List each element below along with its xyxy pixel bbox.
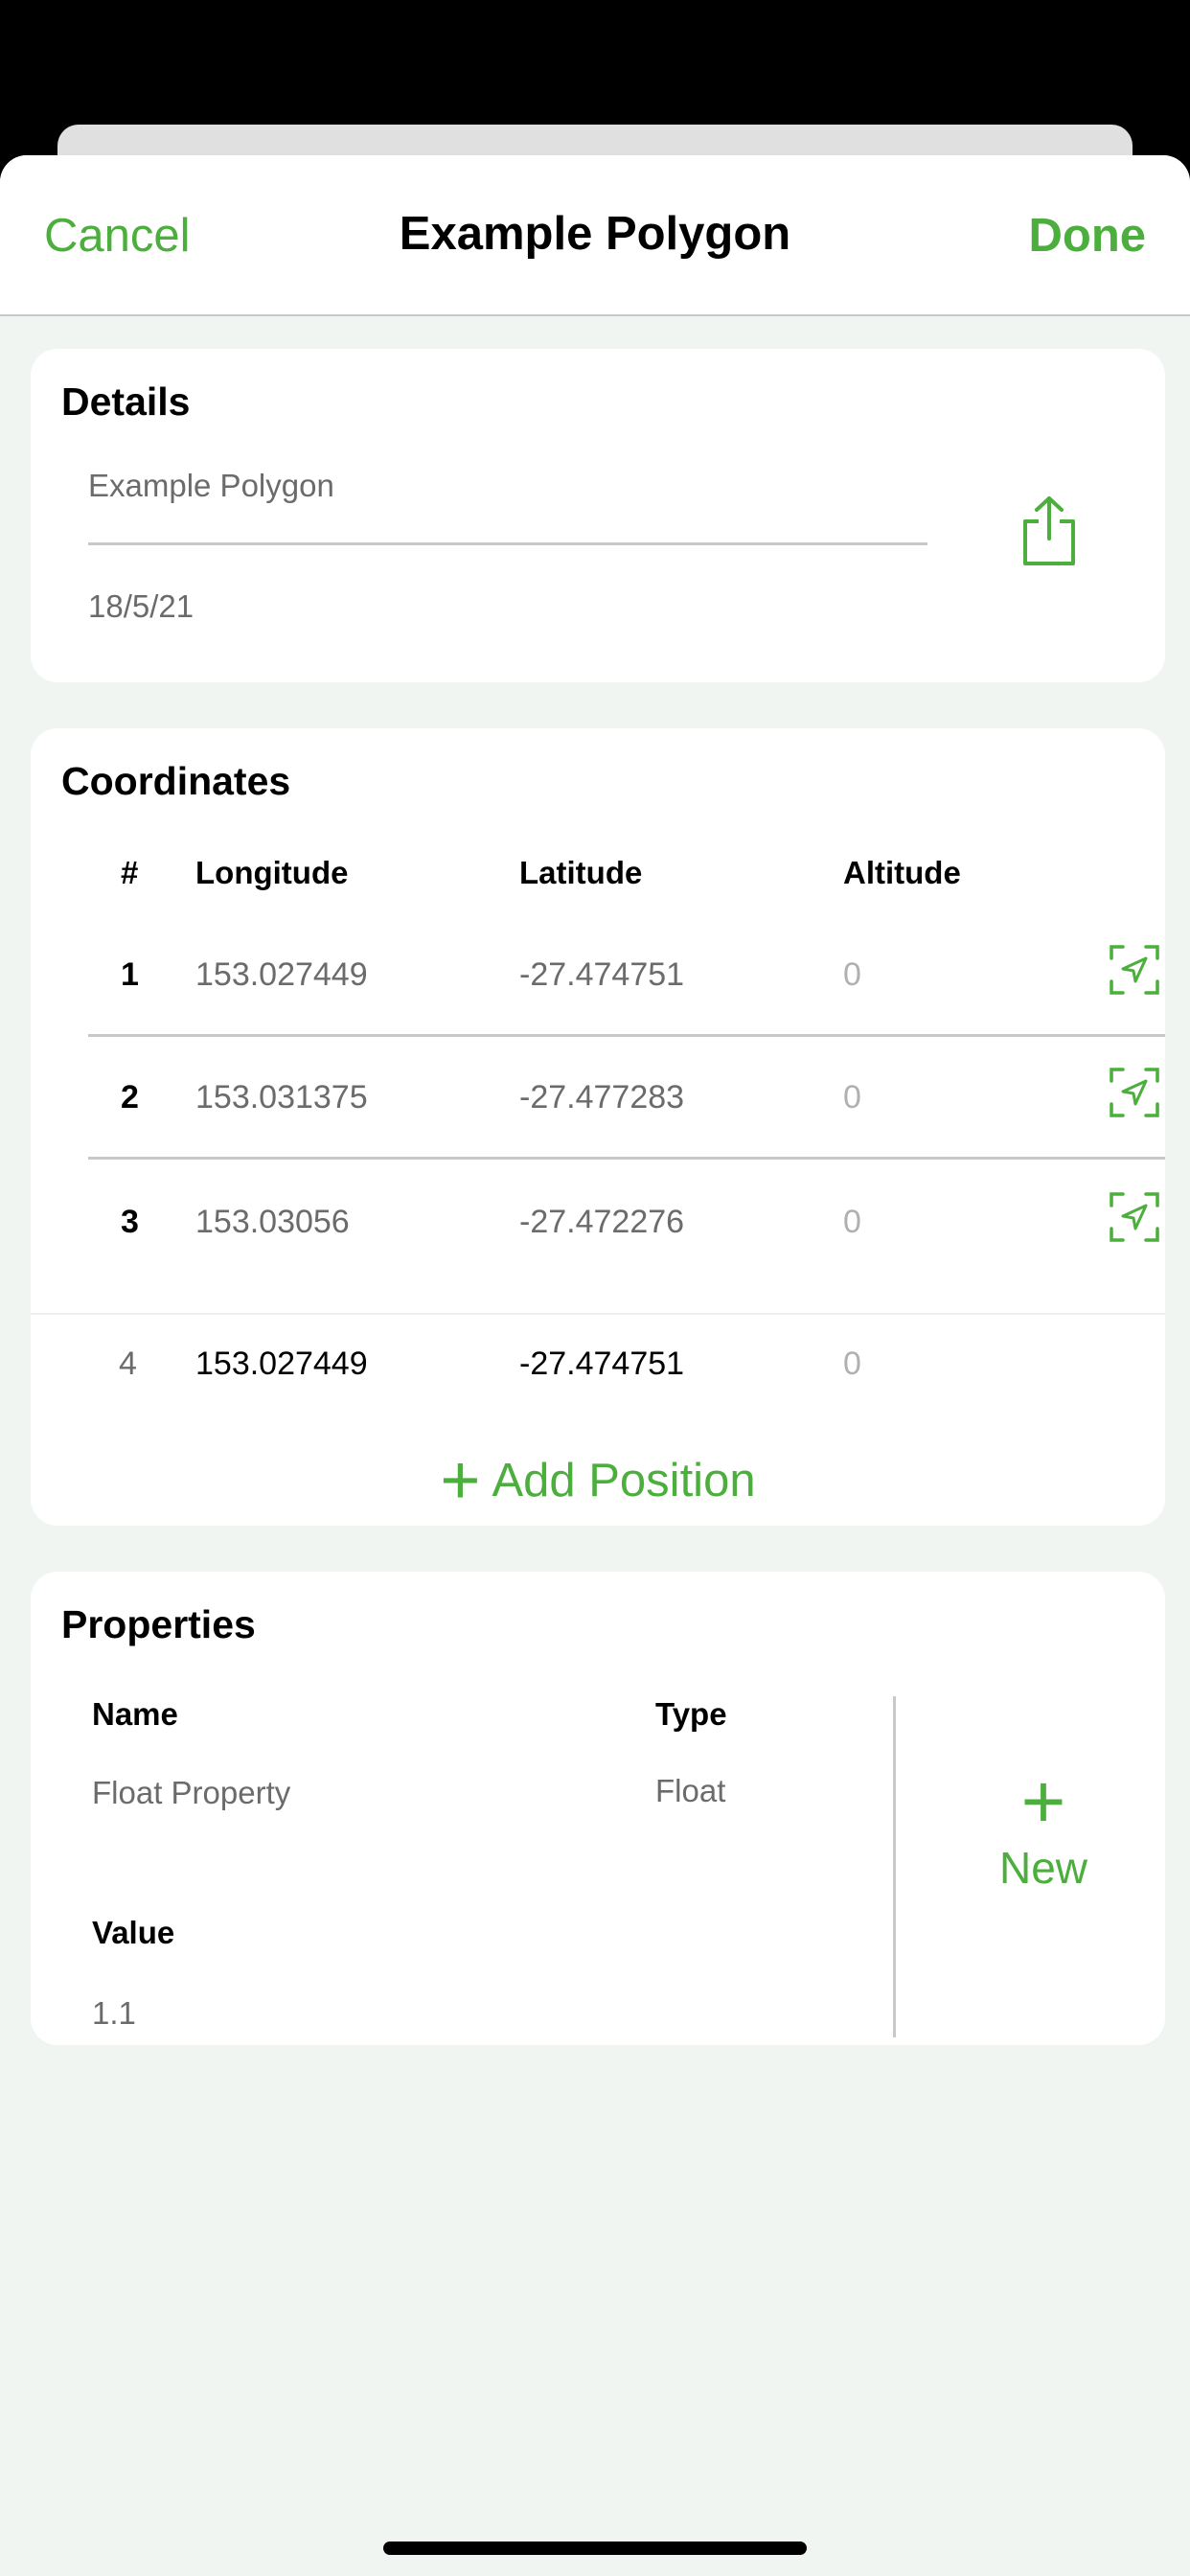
details-title: Details xyxy=(61,380,191,424)
row-number: 1 xyxy=(121,956,139,993)
coordinate-row[interactable]: 1 153.027449 -27.474751 0 xyxy=(88,914,1165,1037)
property-type-label: Type xyxy=(655,1696,727,1732)
latitude-value[interactable]: -27.474751 xyxy=(519,956,684,994)
plus-icon: + xyxy=(440,1442,481,1519)
share-icon[interactable] xyxy=(1018,494,1081,567)
coordinate-row[interactable]: 3 153.03056 -27.472276 0 xyxy=(88,1162,1165,1284)
altitude-value[interactable]: 0 xyxy=(843,1079,861,1116)
page-title: Example Polygon xyxy=(399,208,791,260)
locate-icon[interactable] xyxy=(1108,1190,1161,1244)
column-header-number: # xyxy=(121,855,139,890)
details-card: Details Example Polygon 18/5/21 xyxy=(31,349,1165,682)
column-header-altitude: Altitude xyxy=(843,855,961,890)
row-number: 2 xyxy=(121,1079,139,1116)
longitude-value[interactable]: 153.031375 xyxy=(195,1079,368,1116)
altitude-value: 0 xyxy=(843,1346,861,1382)
plus-icon: + xyxy=(1020,1759,1066,1844)
longitude-value[interactable]: 153.03056 xyxy=(195,1204,350,1241)
latitude-value[interactable]: -27.472276 xyxy=(519,1204,684,1241)
home-indicator[interactable] xyxy=(383,2542,807,2555)
latitude-value: -27.474751 xyxy=(519,1346,685,1382)
navigation-bar: Cancel Example Polygon Done xyxy=(0,155,1190,316)
coordinate-row[interactable]: 2 153.031375 -27.477283 0 xyxy=(88,1037,1165,1160)
name-field-underline xyxy=(88,542,927,545)
locate-icon[interactable] xyxy=(1108,943,1161,997)
property-name-label: Name xyxy=(92,1696,178,1732)
altitude-value[interactable]: 0 xyxy=(843,1204,861,1241)
new-property-button[interactable]: + New xyxy=(922,1763,1165,1894)
row-number: 4 xyxy=(119,1346,137,1382)
new-property-label: New xyxy=(998,1843,1088,1893)
properties-card: Properties Name Type Float Property Floa… xyxy=(31,1572,1165,2045)
row-number: 3 xyxy=(121,1204,139,1240)
property-name-value[interactable]: Float Property xyxy=(92,1775,290,1811)
longitude-value: 153.027449 xyxy=(195,1346,368,1382)
edit-sheet: Cancel Example Polygon Done Details Exam… xyxy=(0,155,1190,2576)
feature-date: 18/5/21 xyxy=(88,588,195,624)
properties-title: Properties xyxy=(61,1602,256,1646)
latitude-value[interactable]: -27.477283 xyxy=(519,1079,684,1116)
locate-icon[interactable] xyxy=(1108,1066,1161,1119)
coordinates-title: Coordinates xyxy=(61,759,291,803)
feature-name-field[interactable]: Example Polygon xyxy=(88,468,334,504)
coordinate-row-closing: 4 153.027449 -27.474751 0 xyxy=(31,1313,1165,1409)
add-position-button[interactable]: + Add Position xyxy=(31,1441,1165,1520)
properties-divider xyxy=(893,1696,896,2037)
property-value[interactable]: 1.1 xyxy=(92,1995,136,2032)
longitude-value[interactable]: 153.027449 xyxy=(195,956,368,994)
coordinates-card: Coordinates # Longitude Latitude Altitud… xyxy=(31,728,1165,1526)
altitude-value[interactable]: 0 xyxy=(843,956,861,994)
column-header-latitude: Latitude xyxy=(519,855,643,890)
property-value-label: Value xyxy=(92,1915,175,1950)
column-header-longitude: Longitude xyxy=(195,855,349,890)
add-position-label: Add Position xyxy=(492,1455,756,1506)
property-type-value[interactable]: Float xyxy=(655,1773,725,1809)
done-button[interactable]: Done xyxy=(1029,209,1147,263)
